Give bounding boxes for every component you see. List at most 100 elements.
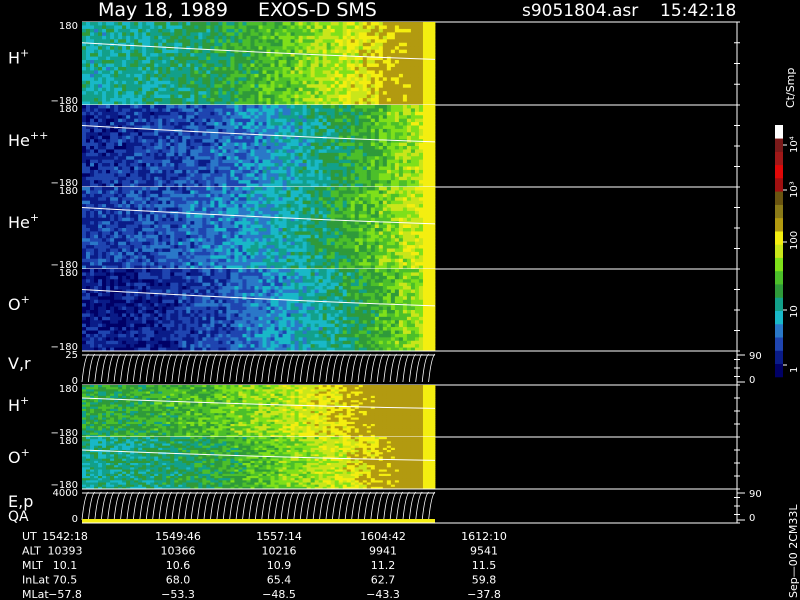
heat-cell [158,125,163,130]
heat-cell [226,105,231,109]
heat-cell [270,98,275,102]
heat-cell [370,80,376,85]
heat-cell [122,224,127,229]
heat-cell [374,80,380,85]
heat-cell [418,105,424,109]
heat-cell [170,108,175,113]
heat-cell [290,56,295,61]
heat-cell [82,169,87,174]
heat-cell [158,25,163,30]
heat-cell [94,245,99,249]
heat-cell [354,142,360,147]
heat-cell [298,42,304,47]
heat-cell [398,28,404,33]
heat-cell [402,173,408,178]
heat-cell [386,111,392,116]
heat-cell [170,35,175,40]
heat-cell [170,98,175,102]
heat-cell [286,77,291,82]
heat-cell [314,128,320,133]
heat-cell [370,77,376,82]
heat-cell [202,49,207,54]
heat-cell [402,128,408,133]
heat-cell [266,146,271,150]
heat-cell [254,53,259,57]
heat-cell [98,210,103,215]
heat-cell [230,122,235,126]
heat-cell [238,180,243,184]
heat-cell [398,122,404,126]
heat-cell [190,98,195,102]
heat-cell [90,49,95,54]
heat-cell [166,66,171,71]
heat-cell [158,111,163,116]
heat-cell [354,98,360,102]
heat-cell [394,149,400,154]
heat-cell [374,87,380,92]
heat-cell [90,122,95,126]
heat-cell [242,56,247,61]
heat-cell [214,176,219,181]
heat-cell [106,87,111,92]
heat-cell [314,166,320,171]
heat-cell [154,200,159,205]
heat-cell [158,84,163,89]
heat-cell [222,118,227,123]
heat-cell [142,22,147,26]
heat-cell [254,91,259,96]
heat-cell [122,49,127,54]
heat-cell [126,210,131,215]
heat-cell [254,159,259,164]
heat-cell [106,176,111,181]
heat-cell [190,217,195,222]
heat-cell [102,98,107,102]
heat-cell [350,32,356,37]
heat-cell [158,193,163,198]
heat-cell [86,56,91,61]
heat-cell [242,128,247,133]
heat-cell [210,28,215,33]
heat-cell [282,66,287,71]
heat-cell [394,105,400,109]
heat-cell [82,173,87,178]
heat-cell [102,146,107,150]
heat-cell [106,166,111,171]
heat-cell [274,32,279,37]
heat-cell [86,262,91,266]
heat-cell [254,115,259,120]
heat-cell [270,118,275,123]
heat-cell [270,22,275,26]
heat-cell [382,28,388,33]
heat-cell [418,128,424,133]
heat-cell [166,255,171,260]
heat-cell [342,118,348,123]
heat-cell [118,221,123,225]
heat-cell [198,187,203,191]
heat-cell [186,28,191,33]
heat-cell [138,190,143,195]
heat-cell [262,169,267,174]
heat-cell [402,63,408,68]
heat-cell [198,53,203,57]
heat-cell [210,118,215,123]
heat-cell [354,115,360,120]
heat-cell [354,176,360,181]
heat-cell [154,39,159,44]
heat-cell [374,128,380,133]
heat-cell [170,169,175,174]
heat-cell [282,25,287,30]
heat-cell [382,180,388,184]
heat-cell [358,142,364,147]
heat-cell [354,111,360,116]
heat-cell [346,70,352,75]
heat-cell [250,80,255,85]
heat-cell [94,132,99,137]
heat-cell [166,258,171,263]
heat-cell [294,22,300,26]
heat-cell [426,122,432,126]
heat-cell [174,187,179,191]
heat-cell [206,60,211,64]
heat-cell [346,42,352,47]
heat-cell [414,163,420,167]
heat-cell [262,176,267,181]
